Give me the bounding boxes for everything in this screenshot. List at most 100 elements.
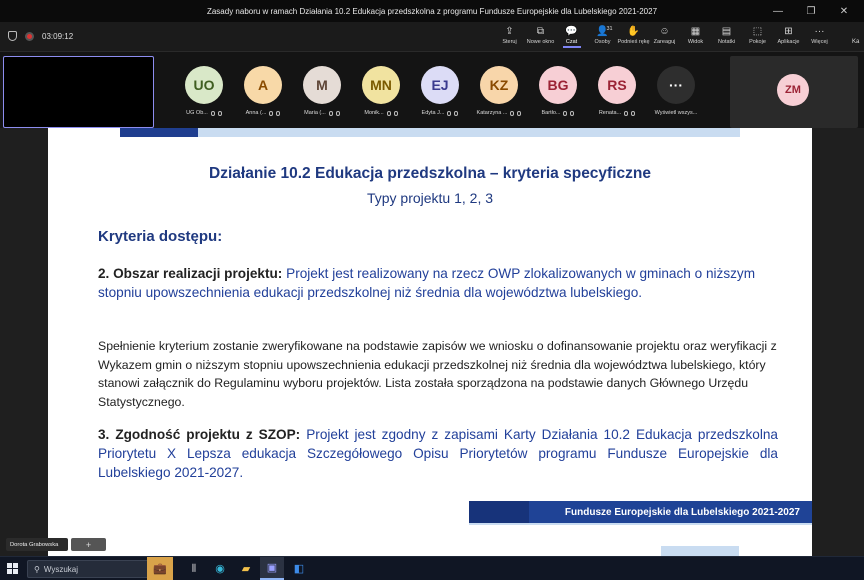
avatar: ··· [657, 66, 695, 104]
participant-name: Monik... [364, 110, 384, 116]
apps-icon: ⊞ [784, 26, 793, 37]
maximize-button[interactable]: ❐ [799, 0, 823, 22]
toolbar-react-button[interactable]: ☺ Zareaguj [649, 25, 680, 51]
minimize-button[interactable]: — [766, 0, 790, 22]
shield-icon [8, 31, 17, 41]
shared-content-stage: Działanie 10.2 Edukacja przedszkolna – k… [0, 128, 864, 556]
edge-browser-icon[interactable]: ◉ [208, 557, 232, 580]
meeting-timer: 03:09:12 [42, 31, 74, 41]
toolbar-label: Więcej [811, 39, 828, 45]
participant-tile[interactable]: KZ Katarzyna ... [469, 66, 529, 126]
react-icon: ☺ [659, 26, 670, 37]
mic-off-icon [393, 110, 398, 116]
file-explorer-icon[interactable]: ▰ [234, 557, 258, 580]
avatar: ZM [777, 74, 809, 106]
criterion-3: 3. Zgodność projektu z SZOP: Projekt jes… [98, 425, 778, 482]
participant-tile[interactable]: UO UG Ob... [174, 66, 234, 126]
toolbar-label: Nowe okno [526, 39, 555, 45]
close-button[interactable]: ✕ [832, 0, 856, 22]
participant-name: Renata... [598, 110, 622, 116]
slide-subtitle: Typy projektu 1, 2, 3 [366, 190, 494, 206]
avatar: M [303, 66, 341, 104]
task-view-icon[interactable]: ⫼ [182, 557, 206, 580]
speaker-name-label: Dorota Grabowska [6, 538, 68, 551]
camera-off-icon [210, 110, 215, 116]
camera-off-icon [328, 110, 333, 116]
toolbar-rooms-button[interactable]: ⬚ Pokoje [742, 25, 773, 51]
mic-off-icon [570, 110, 575, 116]
toolbar-apps-button[interactable]: ⊞ Aplikacje [773, 25, 804, 51]
toolbar-raise-hand-button[interactable]: ✋ Podnieś rękę [617, 25, 650, 51]
toolbar-label: Podnieś rękę [617, 39, 650, 45]
presenter-video-tile[interactable]: ZM [730, 56, 858, 128]
toolbar-notes-button[interactable]: ▤ Notatki [711, 25, 742, 51]
criterion-2-body: Spełnienie kryterium zostanie zweryfikow… [98, 339, 777, 409]
notes-icon: ▤ [721, 26, 732, 37]
participant-tile[interactable]: A Anna (... [233, 66, 293, 126]
slide-bottom-tab [661, 546, 739, 556]
toolbar-view-button[interactable]: ▦ Widok [680, 25, 711, 51]
participant-name: Wyświetl wszys... [654, 110, 698, 116]
meeting-status: 03:09:12 [8, 31, 73, 41]
toolbar-label: Zareaguj [653, 39, 676, 45]
toolbar-chat-button[interactable]: 💬 Czat [556, 25, 587, 51]
teams-app-icon[interactable]: ▣ [260, 557, 284, 580]
participant-tile[interactable]: MN Monik... [351, 66, 411, 126]
self-video-tile[interactable] [3, 56, 154, 128]
toolbar-label: Czat [565, 39, 578, 45]
avatar: BG [539, 66, 577, 104]
participant-name: Anna (... [245, 110, 267, 116]
search-placeholder: Wyszukaj [43, 564, 79, 574]
slide-footer-text: Fundusze Europejskie dla Lubelskiego 202… [564, 506, 800, 518]
view-icon: ▦ [690, 26, 701, 37]
participant-tile[interactable]: ··· Wyświetl wszys... [646, 66, 706, 126]
pin-button[interactable]: + [71, 538, 106, 551]
window-title: Zasady naboru w ramach Działania 10.2 Ed… [206, 6, 658, 16]
slide-top-band-accent [120, 128, 198, 137]
avatar: MN [362, 66, 400, 104]
presentation-slide: Działanie 10.2 Edukacja przedszkolna – k… [48, 128, 812, 556]
briefcase-app-icon[interactable]: 💼 [147, 557, 173, 580]
participant-tile[interactable]: EJ Edyta J... [410, 66, 470, 126]
taskbar-search[interactable]: ⚲ Wyszukaj [27, 560, 152, 578]
toolbar-label: Widok [687, 39, 704, 45]
criterion-2-heading: 2. Obszar realizacji projektu: [98, 266, 283, 281]
leave-button-edge[interactable]: Ka [852, 39, 859, 45]
mic-off-icon [335, 110, 340, 116]
toolbar-more-button[interactable]: ··· Więcej [804, 25, 835, 51]
criterion-3-heading: 3. Zgodność projektu z SZOP: [98, 427, 301, 442]
toolbar-label: Pokoje [749, 39, 766, 45]
participant-tile[interactable]: M Maria (... [292, 66, 352, 126]
search-icon: ⚲ [34, 564, 40, 574]
participant-tile[interactable]: BG Bartło... [528, 66, 588, 126]
new-window-icon: ⧉ [536, 26, 545, 37]
mic-off-icon [276, 110, 281, 116]
mic-off-icon [454, 110, 459, 116]
camera-off-icon [510, 110, 515, 116]
section-heading: Kryteria dostępu: [98, 228, 223, 245]
toolbar-people-button[interactable]: 👤 31 Osoby [587, 25, 618, 51]
participant-count: 31 [606, 26, 613, 32]
share-icon: ⇪ [505, 26, 514, 37]
toolbar-actions: ⇪ Steruj ⧉ Nowe okno 💬 Czat 👤 31 Osoby ✋ Podnieś r… [494, 25, 835, 51]
toolbar-new-window-button[interactable]: ⧉ Nowe okno [525, 25, 556, 51]
taskbar: ⚲ Wyszukaj 💼 ⫼ ◉ ▰ ▣ ◧ [0, 556, 864, 580]
toolbar-label: Notatki [717, 39, 736, 45]
criterion-2: 2. Obszar realizacji projektu: Projekt j… [98, 264, 778, 302]
participant-tile[interactable]: RS Renata... [587, 66, 647, 126]
outlook-app-icon[interactable]: ◧ [287, 557, 311, 580]
participant-name: Katarzyna ... [476, 110, 508, 116]
toolbar-share-button[interactable]: ⇪ Steruj [494, 25, 525, 51]
avatar: A [244, 66, 282, 104]
mic-off-icon [517, 110, 522, 116]
avatar: KZ [480, 66, 518, 104]
camera-off-icon [269, 110, 274, 116]
avatar: EJ [421, 66, 459, 104]
window-titlebar: Zasady naboru w ramach Działania 10.2 Ed… [0, 0, 864, 22]
mic-off-icon [631, 110, 636, 116]
participant-name: Maria (... [304, 110, 326, 116]
raise-hand-icon: ✋ [627, 26, 640, 37]
windows-start-icon[interactable] [7, 563, 18, 574]
rooms-icon: ⬚ [752, 26, 763, 37]
mic-off-icon [217, 110, 222, 116]
